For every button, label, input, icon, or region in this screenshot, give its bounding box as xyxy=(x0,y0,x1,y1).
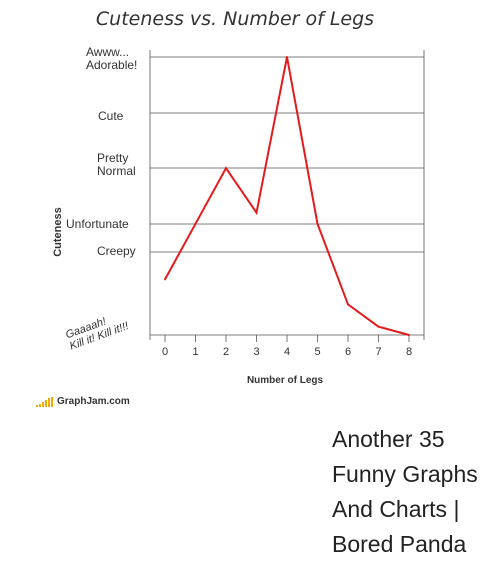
ytick-creepy: Creepy xyxy=(97,244,136,258)
ytick-adorable: Awww... Adorable! xyxy=(86,45,138,72)
ytick-cute: Cute xyxy=(98,109,124,123)
ytick-unfortunate: Unfortunate xyxy=(66,217,129,231)
x-tick-label: 8 xyxy=(405,346,413,358)
x-axis-label: Number of Legs xyxy=(246,375,324,386)
data-point xyxy=(408,334,410,336)
x-tick-label: 5 xyxy=(314,346,321,358)
data-point xyxy=(225,167,227,170)
data-point xyxy=(316,222,319,225)
data-point xyxy=(255,211,258,214)
data-point xyxy=(286,56,288,58)
y-axis-label: Cuteness xyxy=(52,207,64,257)
brand-text: GraphJam.com xyxy=(57,396,130,407)
x-tick-label: 2 xyxy=(222,346,230,358)
caption-text: Another 35 Funny Graphs And Charts | Bor… xyxy=(332,426,478,557)
data-point xyxy=(377,325,380,328)
grid-lines xyxy=(149,50,425,340)
x-tick-label: 3 xyxy=(253,346,260,358)
data-point xyxy=(347,303,349,306)
x-tick-label: 0 xyxy=(161,346,169,358)
x-tick-label: 4 xyxy=(283,346,291,358)
x-axis xyxy=(164,335,410,342)
bars-icon xyxy=(36,396,54,407)
x-tick-label: 6 xyxy=(344,346,352,358)
graphjam-logo: GraphJam.com xyxy=(36,396,130,407)
chart-card: Cuteness vs. Number of Legs Awww... Ador… xyxy=(0,0,500,420)
x-tick-label: 7 xyxy=(375,346,382,358)
x-tick-label: 1 xyxy=(192,346,199,358)
data-point xyxy=(194,222,197,225)
ytick-pretty-normal: Pretty Normal xyxy=(97,151,136,178)
data-point xyxy=(164,278,166,281)
series-line xyxy=(164,56,410,336)
